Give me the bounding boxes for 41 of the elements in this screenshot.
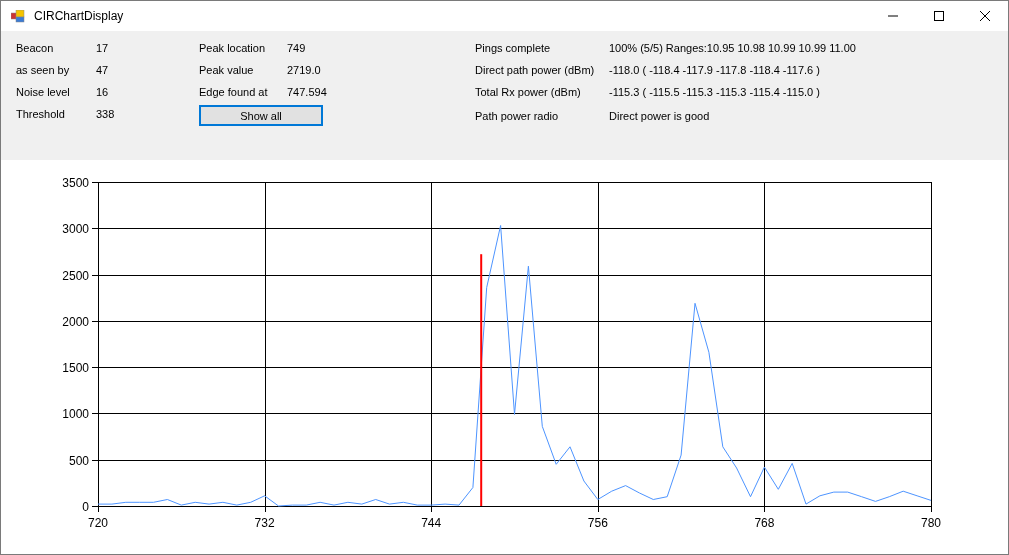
field-label: Beacon [16,42,55,54]
field-value: 47 [96,64,109,76]
axis-tick-label: 3500 [62,176,89,190]
field-value: 747.594 [287,86,327,98]
field-label: Peak location [199,42,267,54]
field-value: 749 [287,42,306,54]
field-label: Noise level [16,86,71,98]
axis-tick-label: 1000 [62,407,89,422]
show-all-button[interactable]: Show all [199,105,323,126]
field-value: 2719.0 [287,64,321,76]
axis-tick-label: 500 [68,453,89,468]
field-label: Total Rx power (dBm) [475,86,582,98]
axis-tick-label: 744 [421,516,442,530]
field-value: Direct power is good [609,110,710,122]
field-label: Edge found at [199,86,269,98]
axis-tick-label: 1500 [62,361,89,376]
field-value: 16 [96,86,109,98]
axis-tick-label: 732 [254,516,275,530]
field-label: Path power radio [475,110,560,122]
axis-tick-label: 2500 [62,268,89,283]
field-label: Pings complete [475,42,552,54]
field-value: 338 [96,108,115,120]
field-label: Direct path power (dBm) [475,64,596,76]
axis-tick-label: 0 [82,500,89,514]
field-value: -115.3 ( -115.5 -115.3 -115.3 -115.4 -115.0 ) [609,86,820,98]
axis-tick-label: 768 [754,516,775,530]
window-title: CIRChartDisplay [34,9,124,23]
axis-tick-label: 780 [921,516,941,530]
axis-tick-label: 756 [587,516,608,530]
axis-tick-label: 2000 [62,314,89,329]
field-label: as seen by [16,64,71,76]
maximize-icon[interactable] [934,11,944,21]
field-value: -118.0 ( -118.4 -117.9 -117.8 -118.4 -117.6 ) [609,64,820,76]
axis-tick-label: 720 [88,516,108,530]
field-value: 17 [96,42,109,54]
app-icon [11,9,25,23]
field-value: 100% (5/5) Ranges:10.95 10.98 10.99 10.99 11.00 [609,42,856,54]
field-label: Peak value [199,64,255,76]
field-label: Threshold [16,108,66,120]
axis-tick-label: 3000 [62,222,89,237]
close-icon[interactable] [980,11,990,21]
